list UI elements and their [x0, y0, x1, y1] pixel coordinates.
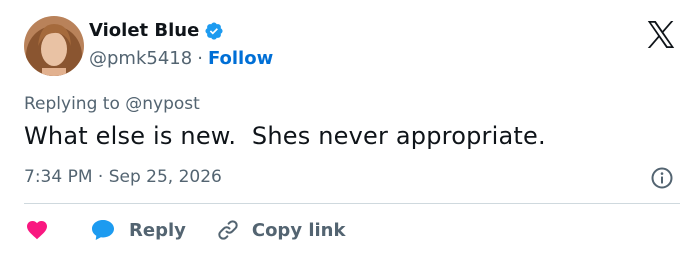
link-icon: [218, 220, 238, 240]
follow-button[interactable]: Follow: [208, 48, 273, 69]
tweet-text: What else is new. Shes never appropriate…: [24, 122, 546, 150]
author-handle-row: @pmk5418 · Follow: [89, 48, 273, 69]
author-name-row: Violet Blue: [89, 20, 224, 41]
reply-label: Reply: [129, 219, 186, 241]
avatar[interactable]: [24, 16, 84, 76]
handle[interactable]: @pmk5418: [89, 48, 192, 69]
divider: [24, 203, 680, 204]
copy-link-button[interactable]: Copy link: [216, 218, 346, 242]
reply-button[interactable]: Reply: [91, 219, 186, 241]
copy-link-label: Copy link: [251, 219, 346, 241]
verified-badge-icon: [205, 21, 223, 40]
display-name[interactable]: Violet Blue: [89, 20, 199, 41]
replying-to: Replying to @nypost: [24, 94, 200, 114]
speech-bubble-icon: [92, 220, 114, 240]
info-icon[interactable]: [650, 166, 674, 190]
action-bar: Reply Copy link: [24, 216, 345, 244]
avatar-photo: [24, 16, 84, 76]
like-button[interactable]: [24, 218, 50, 242]
separator-dot: ·: [197, 48, 203, 69]
tweet-timestamp[interactable]: 7:34 PM · Sep 25, 2026: [24, 167, 222, 187]
x-logo-icon[interactable]: [646, 21, 676, 48]
heart-icon: [27, 221, 47, 240]
